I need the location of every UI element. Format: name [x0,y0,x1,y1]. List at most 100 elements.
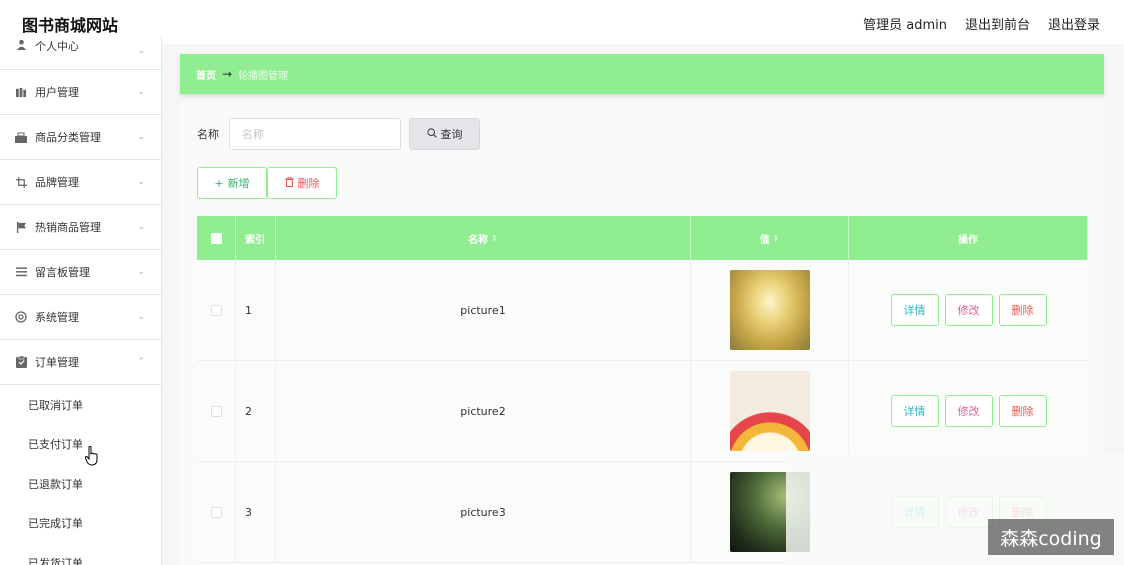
header-index: 索引 [236,216,276,260]
chevron-down-icon: ⌄ [137,132,145,142]
user-icon [15,38,27,50]
top-bar: 图书商城网站 管理员 admin 退出到前台 退出登录 [0,0,1124,44]
sidebar-item-message-board[interactable]: 留言板管理 ⌄ [0,250,161,295]
sidebar-item-label: 个人中心 [35,40,79,53]
admin-user-label[interactable]: 管理员 admin [863,14,947,33]
delete-button-label: 删除 [297,177,320,190]
system-icon [15,311,27,323]
sidebar-item-label: 留言板管理 [35,266,90,279]
flag-icon [15,221,27,233]
sidebar-item-category[interactable]: 商品分类管理 ⌄ [0,115,161,160]
row-index: 1 [236,260,276,360]
row-index: 2 [236,361,276,461]
back-to-front-link[interactable]: 退出到前台 [965,14,1030,33]
sort-icon[interactable]: ⇕ [491,234,498,243]
sidebar-item-hot-products[interactable]: 热销商品管理 ⌄ [0,205,161,250]
chevron-up-icon: ⌃ [137,357,145,367]
category-icon [15,131,27,143]
table-header: 索引 名称 ⇕ 值 ⇕ 操作 [197,216,1088,260]
sidebar-item-label: 用户管理 [35,86,79,99]
header-checkbox-cell [197,216,236,260]
sidebar-item-label: 系统管理 [35,311,79,324]
arrow-right-icon: → [222,67,233,81]
search-input[interactable] [229,118,401,150]
sidebar: 个人中心 ⌄ 用户管理 ⌄ 商品分类管理 ⌄ 品牌管理 ⌄ 热销商品管理 ⌄ 留… [0,36,162,565]
sidebar-item-brand[interactable]: 品牌管理 ⌄ [0,160,161,205]
sidebar-item-label: 热销商品管理 [35,221,101,234]
row-name: picture3 [276,462,691,562]
order-icon [15,356,27,368]
detail-button[interactable]: 详情 [890,395,939,427]
select-all-checkbox[interactable] [210,232,222,244]
sidebar-item-label: 商品分类管理 [35,131,101,144]
sidebar-item-personal-center[interactable]: 个人中心 ⌄ [0,36,161,70]
table-row: 1 picture1 详情 修改 删除 [197,260,1088,361]
chevron-down-icon: ⌄ [137,177,145,187]
chevron-down-icon: ⌄ [137,46,145,56]
edit-button[interactable]: 修改 [944,395,993,427]
table-row: 2 picture2 详情 修改 删除 [197,361,1088,462]
breadcrumb-current: 轮播图管理 [238,70,289,82]
row-delete-button[interactable]: 删除 [998,294,1047,326]
list-icon [15,266,27,278]
row-index: 3 [236,462,276,562]
detail-button[interactable]: 详情 [890,294,939,326]
site-title: 图书商城网站 [22,16,119,35]
row-value-cell [691,361,849,461]
hand-cursor-icon [84,445,99,469]
chevron-down-icon: ⌄ [137,222,145,232]
chevron-down-icon: ⌄ [137,312,145,322]
add-button[interactable]: + 新增 [197,167,267,199]
watermark: 森森coding [988,519,1114,555]
logout-link[interactable]: 退出登录 [1048,14,1100,33]
row-checkbox-cell [197,260,236,360]
sidebar-item-system[interactable]: 系统管理 ⌄ [0,295,161,340]
delete-button[interactable]: 删除 [267,167,337,199]
sidebar-item-orders[interactable]: 订单管理 ⌃ [0,340,161,385]
trash-icon [284,176,294,190]
header-operation: 操作 [849,216,1088,260]
breadcrumb-home[interactable]: 首页 [196,67,216,82]
search-label: 名称 [197,128,219,141]
header-name-label: 名称 [468,234,489,246]
header-name[interactable]: 名称 ⇕ [276,216,691,260]
sort-icon[interactable]: ⇕ [773,234,780,243]
row-checkbox[interactable] [210,304,222,316]
row-checkbox[interactable] [210,405,222,417]
sidebar-subitem-paid-orders[interactable]: 已支付订单 [0,425,161,465]
breadcrumb: 首页 → 轮播图管理 [180,54,1104,94]
row-actions: 详情 修改 删除 [849,260,1088,360]
plus-icon: + [214,176,224,190]
chevron-down-icon: ⌄ [137,267,145,277]
search-button-label: 查询 [440,128,463,141]
row-checkbox[interactable] [210,506,222,518]
row-name: picture2 [276,361,691,461]
row-actions: 详情 修改 删除 [849,361,1088,461]
action-row: + 新增 删除 [197,167,337,199]
sidebar-subitem-cancelled-orders[interactable]: 已取消订单 [0,385,161,425]
thumbnail-image [729,270,810,350]
sidebar-item-label: 品牌管理 [35,176,79,189]
crop-icon [15,176,27,188]
sidebar-subitem-completed-orders[interactable]: 已完成订单 [0,504,161,544]
row-checkbox-cell [197,361,236,461]
row-name: picture1 [276,260,691,360]
search-button[interactable]: 查询 [409,118,480,150]
sidebar-subitem-shipped-orders[interactable]: 已发货订单 [0,543,161,565]
top-right-links: 管理员 admin 退出到前台 退出登录 [863,14,1100,33]
thumbnail-image [729,371,810,451]
sidebar-item-label: 订单管理 [35,356,79,369]
chevron-down-icon: ⌄ [137,87,145,97]
row-checkbox-cell [197,462,236,562]
sidebar-subitem-refunded-orders[interactable]: 已退款订单 [0,464,161,504]
header-value[interactable]: 值 ⇕ [691,216,849,260]
row-delete-button[interactable]: 删除 [998,395,1047,427]
search-row: 名称 查询 [197,118,480,150]
breadcrumb-area: 首页 → 轮播图管理 [180,54,1104,94]
row-value-cell [691,260,849,360]
sidebar-item-users[interactable]: 用户管理 ⌄ [0,70,161,115]
add-button-label: 新增 [227,177,250,190]
users-icon [15,86,27,98]
search-icon [426,127,437,141]
edit-button[interactable]: 修改 [944,294,993,326]
